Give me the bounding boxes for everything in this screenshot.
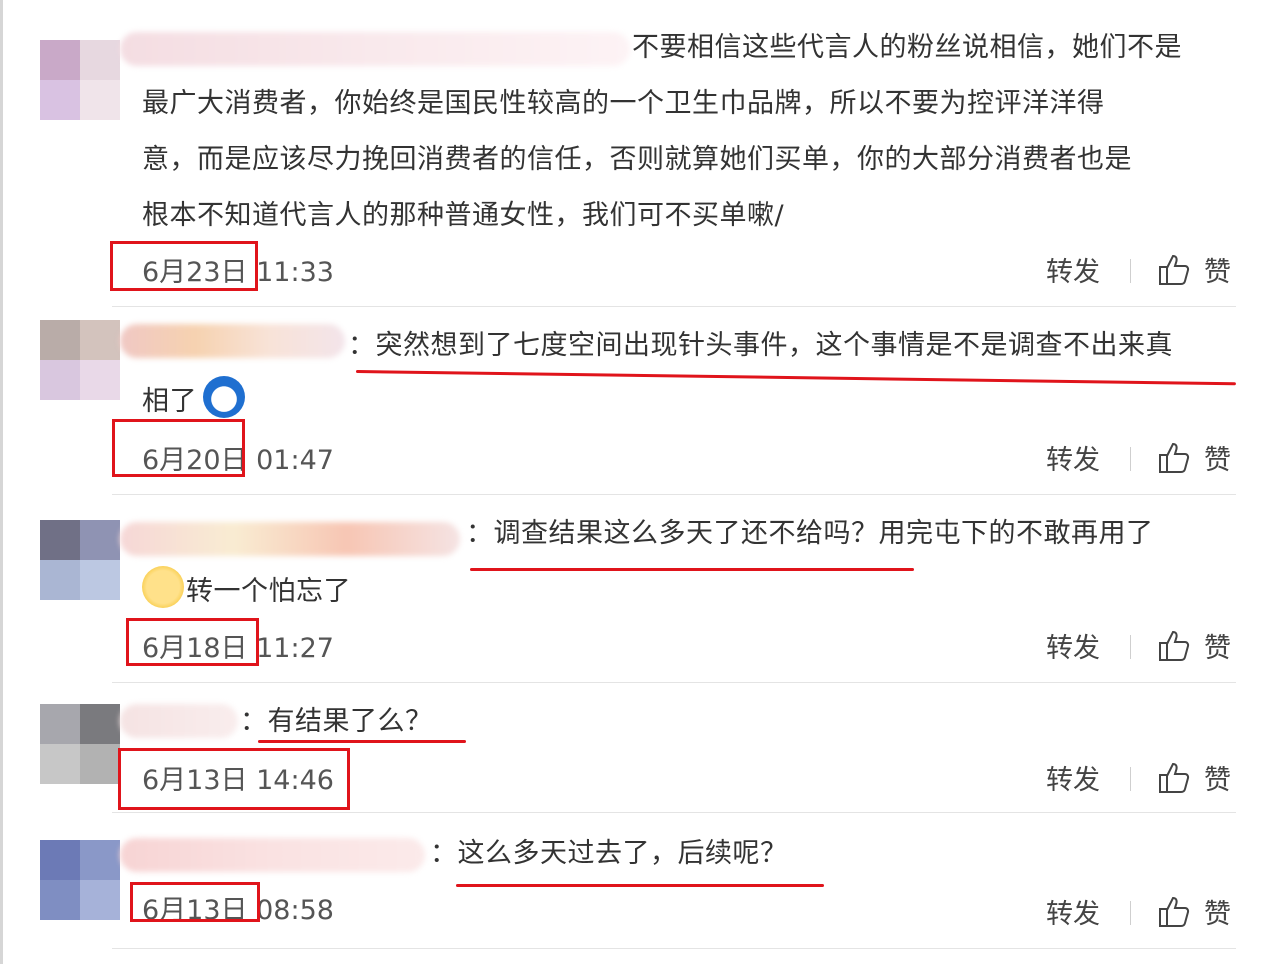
repost-button[interactable]: 转发 [1046,438,1100,477]
comment-text: ：调查结果这么多天了还不给吗？用完屯下的不敢再用了 [466,518,1154,549]
comment-actions: 转发 赞 [1036,438,1236,478]
comment-text: 不要相信这些代言人的粉丝说相信，她们不是 [632,32,1182,63]
emoji-icon [203,376,245,418]
comment-text: 意，而是应该尽力挽回消费者的信任，否则就算她们买单，你的大部分消费者也是 [142,144,1132,175]
avatar[interactable] [40,840,120,920]
thumbs-up-icon[interactable] [1156,252,1192,288]
action-separator [1130,259,1131,283]
date-highlight-box [112,419,245,477]
username-blurred[interactable] [120,32,630,66]
date-highlight-box [110,241,258,291]
thumbs-up-icon[interactable] [1156,894,1192,930]
comment-actions: 转发 赞 [1036,758,1236,798]
like-button[interactable]: 赞 [1204,892,1231,931]
thumbs-up-icon[interactable] [1156,760,1192,796]
repost-button[interactable]: 转发 [1046,250,1100,289]
action-separator [1130,901,1131,925]
avatar[interactable] [40,520,120,600]
repost-button[interactable]: 转发 [1046,892,1100,931]
comment-actions: 转发 赞 [1036,250,1236,290]
comment-item: ：这么多天过去了，后续呢？ 6月13日 08:58 转发 赞 [0,812,1274,948]
repost-button[interactable]: 转发 [1046,758,1100,797]
comment-text: ：突然想到了七度空间出现针头事件，这个事情是不是调查不出来真 [348,330,1173,361]
comment-item: ：调查结果这么多天了还不给吗？用完屯下的不敢再用了 转一个怕忘了 6月18日 1… [0,494,1274,682]
avatar[interactable] [40,40,120,120]
emoji-icon [142,566,184,608]
username-blurred[interactable] [120,704,238,738]
repost-button[interactable]: 转发 [1046,626,1100,665]
username-blurred[interactable] [120,838,425,872]
underline-annotation [470,568,914,571]
thumbs-up-icon[interactable] [1156,440,1192,476]
date-highlight-box [118,748,350,810]
comment-item: 不要相信这些代言人的粉丝说相信，她们不是 最广大消费者，你始终是国民性较高的一个… [0,0,1274,305]
comment-text: ：这么多天过去了，后续呢？ [430,838,788,869]
underline-annotation [258,740,466,743]
like-button[interactable]: 赞 [1204,250,1231,289]
like-button[interactable]: 赞 [1204,438,1231,477]
comment-actions: 转发 赞 [1036,892,1236,932]
divider [112,948,1236,949]
comment-actions: 转发 赞 [1036,626,1236,666]
comment-item: ：有结果了么？ 6月13日 14:46 转发 赞 [0,682,1274,812]
action-separator [1130,635,1131,659]
thumbs-up-icon[interactable] [1156,628,1192,664]
underline-annotation [456,884,824,887]
username-blurred[interactable] [120,324,345,358]
comment-text: 根本不知道代言人的那种普通女性，我们可不买单嗽/ [142,200,785,231]
date-highlight-box [126,618,259,666]
comment-text: 转一个怕忘了 [186,576,351,607]
username-blurred[interactable] [120,522,460,556]
like-button[interactable]: 赞 [1204,758,1231,797]
action-separator [1130,447,1131,471]
avatar[interactable] [40,704,120,784]
date-highlight-box [130,882,260,922]
avatar[interactable] [40,320,120,400]
comment-item: ：突然想到了七度空间出现针头事件，这个事情是不是调查不出来真 相了 6月20日 … [0,306,1274,494]
action-separator [1130,767,1131,791]
like-button[interactable]: 赞 [1204,626,1231,665]
comment-text: 最广大消费者，你始终是国民性较高的一个卫生巾品牌，所以不要为控评洋洋得 [142,88,1105,119]
